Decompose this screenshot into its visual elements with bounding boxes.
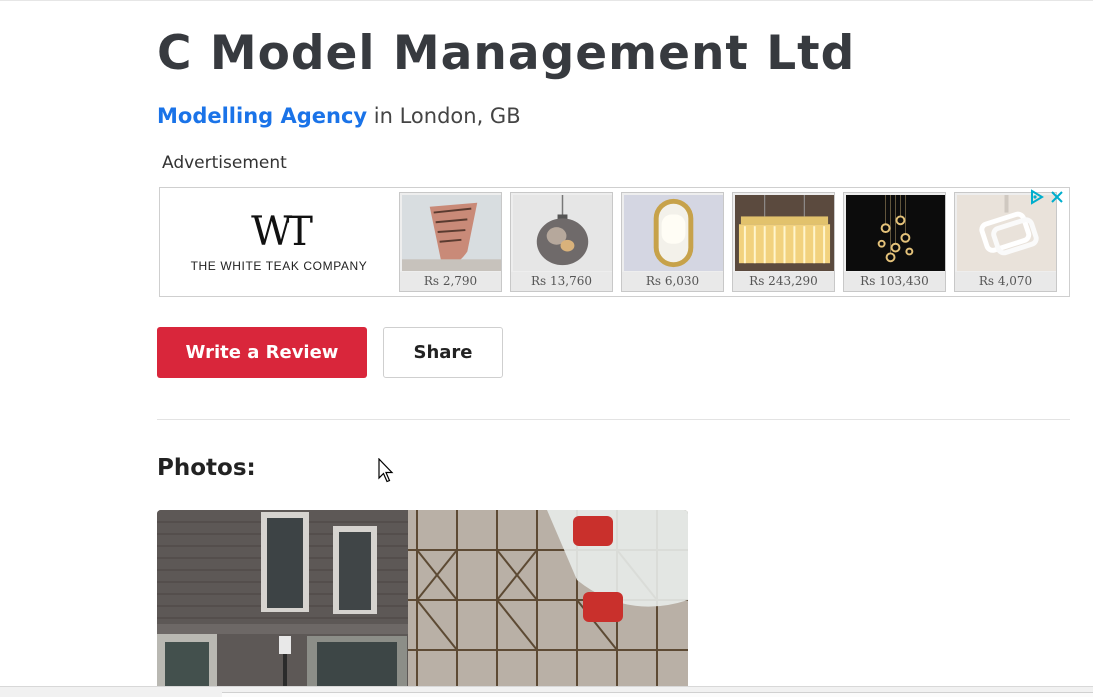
category-link[interactable]: Modelling Agency — [157, 104, 367, 128]
square-ceiling-light-image — [957, 195, 1056, 271]
brand-block[interactable]: WT THE WHITE TEAK COMPANY — [160, 188, 398, 296]
bottom-bar-segment — [222, 692, 1093, 697]
brand-logo: WT — [251, 209, 313, 255]
top-divider — [0, 0, 1093, 1]
section-divider — [157, 419, 1070, 420]
photos-heading: Photos: — [157, 455, 256, 481]
location-text: in London, GB — [367, 104, 521, 128]
ad-label: Advertisement — [162, 153, 287, 173]
business-subtitle: Modelling Agency in London, GB — [157, 104, 521, 128]
page: C Model Management Ltd Modelling Agency … — [0, 0, 1093, 697]
business-photo[interactable] — [157, 510, 688, 686]
brand-name: THE WHITE TEAK COMPANY — [190, 259, 368, 273]
ad-product[interactable]: Rs 103,430 — [843, 192, 946, 292]
product-price: Rs 243,290 — [733, 272, 834, 291]
share-button[interactable]: Share — [383, 327, 503, 378]
ad-product[interactable]: Rs 6,030 — [621, 192, 724, 292]
ad-banner[interactable]: WT THE WHITE TEAK COMPANY Rs 2,790 Rs 13… — [159, 187, 1070, 297]
product-price: Rs 2,790 — [400, 272, 501, 291]
ad-controls — [1029, 189, 1065, 205]
business-title: C Model Management Ltd — [157, 26, 856, 81]
product-price: Rs 103,430 — [844, 272, 945, 291]
ad-product[interactable]: Rs 2,790 — [399, 192, 502, 292]
write-review-button[interactable]: Write a Review — [157, 327, 367, 378]
ring-pendant-lights-image — [846, 195, 945, 271]
glass-pendant-lamp-image — [513, 195, 612, 271]
ad-products: Rs 2,790 Rs 13,760 Rs 6,030 Rs 243,290 R… — [399, 192, 1057, 292]
ad-product[interactable]: Rs 13,760 — [510, 192, 613, 292]
oval-wall-light-image — [624, 195, 723, 271]
product-price: Rs 4,070 — [955, 272, 1056, 291]
ad-product[interactable]: Rs 243,290 — [732, 192, 835, 292]
product-price: Rs 6,030 — [622, 272, 723, 291]
decor-plaque-image — [402, 195, 501, 271]
building-scaffolding-photo — [157, 510, 688, 686]
crystal-chandelier-image — [735, 195, 834, 271]
mouse-cursor-icon — [378, 458, 394, 483]
bottom-bar — [0, 686, 1093, 697]
ad-product[interactable]: Rs 4,070 — [954, 192, 1057, 292]
product-price: Rs 13,760 — [511, 272, 612, 291]
close-icon[interactable] — [1049, 189, 1065, 205]
adchoices-icon[interactable] — [1029, 189, 1045, 205]
